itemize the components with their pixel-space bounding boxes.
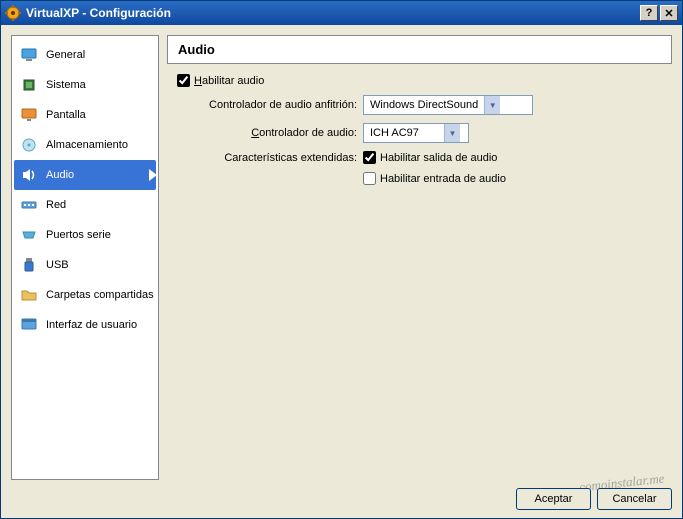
- sidebar-item-general[interactable]: General: [14, 40, 156, 70]
- form-area: Habilitar audio Controlador de audio anf…: [167, 74, 672, 193]
- page-title-box: Audio: [167, 35, 672, 64]
- sidebar-item-label: Interfaz de usuario: [46, 319, 137, 331]
- speaker-icon: [20, 166, 38, 184]
- titlebar: VirtualXP - Configuración ? ✕: [1, 1, 682, 25]
- controller-value: ICH AC97: [364, 124, 444, 142]
- chevron-down-icon: ▼: [484, 96, 500, 114]
- sidebar-item-system[interactable]: Sistema: [14, 70, 156, 100]
- selected-indicator-icon: [149, 169, 157, 181]
- sidebar: General Sistema Pantalla Almacenamiento …: [11, 35, 159, 480]
- sidebar-item-display[interactable]: Pantalla: [14, 100, 156, 130]
- sidebar-item-label: Red: [46, 199, 66, 211]
- serial-icon: [20, 226, 38, 244]
- monitor-icon: [20, 46, 38, 64]
- host-driver-select[interactable]: Windows DirectSound ▼: [363, 95, 533, 115]
- host-driver-label: Controlador de audio anfitrión:: [167, 99, 363, 111]
- enable-output-label: Habilitar salida de audio: [380, 152, 497, 164]
- sidebar-item-label: Almacenamiento: [46, 139, 128, 151]
- controller-select[interactable]: ICH AC97 ▼: [363, 123, 469, 143]
- sidebar-item-serial[interactable]: Puertos serie: [14, 220, 156, 250]
- enable-output-input[interactable]: [363, 151, 376, 164]
- usb-icon: [20, 256, 38, 274]
- enable-input-label: Habilitar entrada de audio: [380, 173, 506, 185]
- enable-audio-label: Habilitar audio: [194, 75, 264, 87]
- page-title: Audio: [178, 42, 661, 57]
- sidebar-item-shared-folders[interactable]: Carpetas compartidas: [14, 280, 156, 310]
- host-driver-value: Windows DirectSound: [364, 96, 484, 114]
- sidebar-item-label: Audio: [46, 169, 74, 181]
- enable-output-checkbox[interactable]: Habilitar salida de audio: [363, 151, 497, 164]
- folder-icon: [20, 286, 38, 304]
- ui-icon: [20, 316, 38, 334]
- button-row: Aceptar Cancelar: [11, 480, 672, 510]
- app-icon: [5, 5, 21, 21]
- sidebar-item-label: Sistema: [46, 79, 86, 91]
- sidebar-item-ui[interactable]: Interfaz de usuario: [14, 310, 156, 340]
- sidebar-item-label: Puertos serie: [46, 229, 111, 241]
- close-button[interactable]: ✕: [660, 5, 678, 21]
- window-buttons: ? ✕: [640, 5, 678, 21]
- network-icon: [20, 196, 38, 214]
- sidebar-item-label: Pantalla: [46, 109, 86, 121]
- sidebar-item-usb[interactable]: USB: [14, 250, 156, 280]
- display-icon: [20, 106, 38, 124]
- sidebar-item-storage[interactable]: Almacenamiento: [14, 130, 156, 160]
- enable-audio-input[interactable]: [177, 74, 190, 87]
- help-button[interactable]: ?: [640, 5, 658, 21]
- enable-input-checkbox[interactable]: Habilitar entrada de audio: [363, 172, 506, 185]
- enable-audio-checkbox[interactable]: Habilitar audio: [177, 74, 264, 87]
- enable-input-input[interactable]: [363, 172, 376, 185]
- cancel-button[interactable]: Cancelar: [597, 488, 672, 510]
- sidebar-item-label: General: [46, 49, 85, 61]
- sidebar-item-label: Carpetas compartidas: [46, 289, 154, 301]
- ok-button[interactable]: Aceptar: [516, 488, 591, 510]
- chip-icon: [20, 76, 38, 94]
- sidebar-item-audio[interactable]: Audio: [14, 160, 156, 190]
- controller-label: CControlador de audio:ontrolador de audi…: [167, 127, 363, 139]
- client-area: General Sistema Pantalla Almacenamiento …: [1, 25, 682, 518]
- extended-label: Características extendidas:: [167, 152, 363, 164]
- settings-window: VirtualXP - Configuración ? ✕ General Si…: [0, 0, 683, 519]
- sidebar-item-label: USB: [46, 259, 69, 271]
- chevron-down-icon: ▼: [444, 124, 460, 142]
- disk-icon: [20, 136, 38, 154]
- main-panel: Audio Habilitar audio Controlador de aud…: [167, 35, 672, 480]
- sidebar-item-network[interactable]: Red: [14, 190, 156, 220]
- window-title: VirtualXP - Configuración: [26, 6, 640, 20]
